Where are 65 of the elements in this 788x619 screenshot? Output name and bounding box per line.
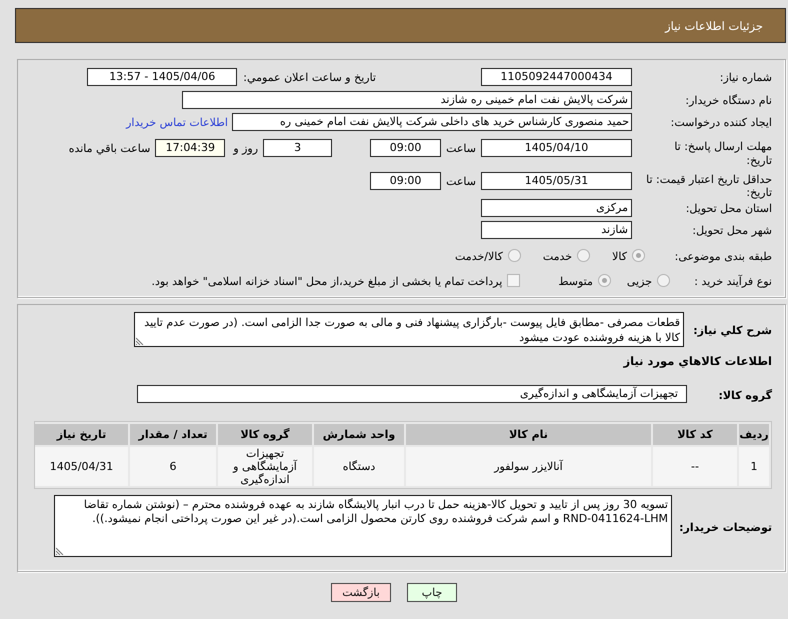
days-field[interactable]: 3 (263, 139, 332, 157)
column-header: واحد شمارش (314, 424, 404, 445)
field-label: حداقل تاریخ اعتبار قیمت: تا تاریخ: (645, 172, 772, 199)
radio-label: جزیی (626, 274, 652, 289)
checkbox-label: پرداخت تمام یا بخشی از مبلغ خرید،از محل "اسناد خزانه اسلامی" خواهد بود. (152, 274, 502, 289)
table-cell: 1 (739, 447, 769, 486)
buyer-contact-link[interactable]: اطلاعات تماس خریدار (126, 113, 228, 130)
table-cell: 1405/04/31 (35, 447, 128, 486)
city-field[interactable]: شازند (481, 221, 632, 239)
field-label: توضیحات خریدار: (678, 520, 772, 534)
column-header: ردیف (739, 424, 769, 445)
remaining-time-field[interactable]: 17:04:39 (155, 139, 226, 157)
announce-date-field[interactable]: 1405/04/06 - 13:57 (87, 68, 238, 86)
field-label: تاریخ و ساعت اعلان عمومي: (243, 70, 376, 85)
back-button[interactable]: بازگشت (331, 583, 391, 602)
column-header: کد کالا (653, 424, 737, 445)
radio-label: متوسط (558, 274, 593, 289)
province-field[interactable]: مرکزی (481, 199, 632, 217)
days-label: روز و (233, 141, 258, 156)
section-title: اطلاعات کالاهاي مورد نیاز (624, 354, 772, 369)
time-label: ساعت (446, 141, 476, 156)
field-label: استان محل تحویل: (684, 201, 772, 216)
table-cell: -- (653, 447, 737, 486)
buyer-notes-textarea[interactable]: تسویه 30 روز پس از تایید و تحویل کالا-هزینه حمل تا درب انبار پالایشگاه شازند به عهده فروشنده محترم – (نوشتن شماره تقاضا RND-0411624-LHM و اسم شرکت فروشنده روی کارتن محصول الزامی است.(در غیر این صورت پرداختی انجام نمیشود.)). (54, 495, 672, 557)
buyer-org-field[interactable]: شرکت پالایش نفت امام خمینی ره شازند (182, 91, 632, 109)
field-label: ایجاد کننده درخواست: (670, 115, 772, 130)
checkbox[interactable] (507, 274, 520, 287)
table-cell: تجهیزات آزمایشگاهی و اندازه‌گیری (218, 447, 312, 486)
field-label: شماره نیاز: (718, 70, 772, 85)
field-label: شرح کلي نیاز: (692, 323, 772, 338)
column-header: تاریخ نیاز (35, 424, 128, 445)
description-textarea[interactable]: قطعات مصرفی -مطابق فایل پیوست -بارگزاری پیشنهاد فنی و مالی به صورت جدا الزامی است. (در صورت عدم تایید کالا با هزینه فروشنده عودت میشود (134, 312, 684, 347)
field-label: طبقه بندی موضوعی: (674, 249, 772, 264)
table-cell: دستگاه (314, 447, 404, 486)
deadline-time-field[interactable]: 09:00 (370, 139, 442, 157)
field-label: شهر محل تحویل: (691, 223, 772, 238)
time-label: ساعت (446, 174, 476, 189)
requester-field[interactable]: حمید منصوری کارشناس خرید های داخلی شرکت پالایش نفت امام خمینی ره (232, 113, 632, 131)
field-label: نوع فرآیند خرید : (693, 274, 772, 289)
table-cell: 6 (130, 447, 216, 486)
radio-label: کالا (612, 249, 627, 264)
print-button[interactable]: چاپ (407, 583, 457, 602)
table-cell: آنالایزر سولفور (406, 447, 651, 486)
radio-button[interactable] (598, 274, 611, 287)
radio-label: کالا/خدمت (455, 249, 503, 264)
validity-time-field[interactable]: 09:00 (370, 172, 442, 190)
radio-button[interactable] (508, 249, 521, 262)
column-header: تعداد / مقدار (130, 424, 216, 445)
radio-label: خدمت (542, 249, 572, 264)
remaining-label: ساعت باقي مانده (68, 141, 150, 156)
column-header: گروه کالا (218, 424, 312, 445)
column-header: نام کالا (406, 424, 651, 445)
deadline-date-field[interactable]: 1405/04/10 (481, 139, 632, 157)
radio-button[interactable] (657, 274, 670, 287)
page-title: جزئیات اطلاعات نیاز (665, 18, 763, 32)
field-label: مهلت ارسال پاسخ: تا تاریخ: (673, 139, 772, 168)
goods-group-field[interactable]: تجهیزات آزمایشگاهی و اندازه‌گیری (137, 385, 687, 403)
resize-grip-icon[interactable] (136, 337, 144, 345)
field-label: نام دستگاه خریدار: (684, 93, 772, 108)
need-number-field[interactable]: 1105092447000434 (481, 68, 632, 86)
field-label: گروه کالا: (717, 388, 772, 402)
radio-button[interactable] (632, 249, 645, 262)
radio-button[interactable] (577, 249, 590, 262)
validity-date-field[interactable]: 1405/05/31 (481, 172, 632, 190)
resize-grip-icon[interactable] (56, 547, 64, 555)
